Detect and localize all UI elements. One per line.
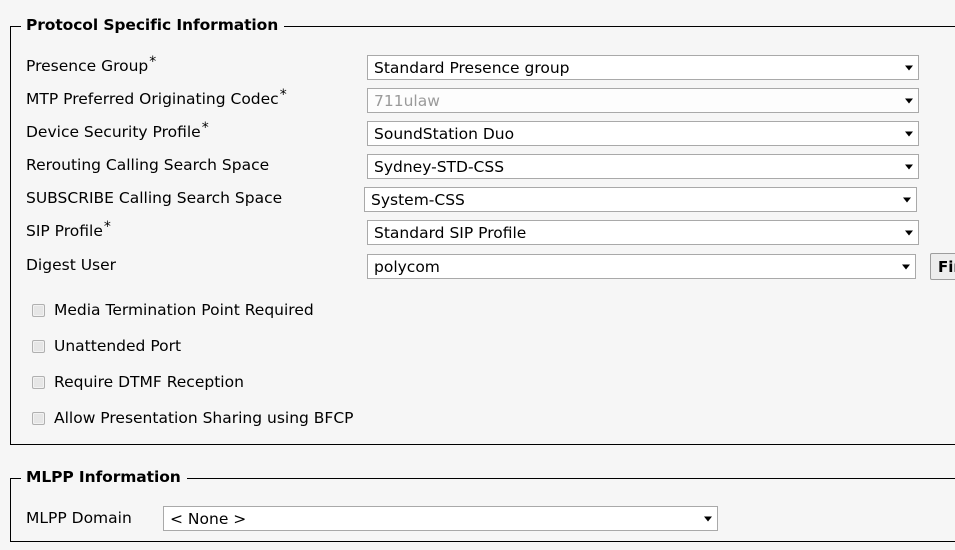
require-dtmf-reception-checkbox-row[interactable]: Require DTMF Reception [32, 371, 244, 393]
sip-profile-dropdown[interactable]: Standard SIP Profile [367, 220, 919, 245]
digest-user-label: Digest User [26, 256, 117, 274]
presence-group-value: Standard Presence group [374, 58, 570, 77]
sip-profile-label: SIP Profile* [26, 218, 111, 240]
chevron-down-icon[interactable] [699, 507, 717, 530]
chevron-down-icon[interactable] [898, 188, 916, 211]
allow-presentation-sharing-bfcp-checkbox-row[interactable]: Allow Presentation Sharing using BFCP [32, 407, 354, 429]
device-security-profile-dropdown[interactable]: SoundStation Duo [367, 121, 919, 146]
rerouting-calling-search-space-value: Sydney-STD-CSS [374, 157, 505, 176]
chevron-down-icon[interactable] [900, 155, 918, 178]
presence-group-dropdown[interactable]: Standard Presence group [367, 55, 919, 80]
chevron-down-icon[interactable] [900, 56, 918, 79]
mlpp-domain-label: MLPP Domain [26, 509, 132, 527]
chevron-down-icon[interactable] [900, 122, 918, 145]
mtp-preferred-originating-codec-label: MTP Preferred Originating Codec* [26, 86, 287, 108]
find-button[interactable]: Find [930, 253, 955, 280]
protocol-section-legend: Protocol Specific Information [21, 16, 285, 35]
checkbox-icon[interactable] [32, 339, 45, 353]
required-asterisk: * [279, 86, 287, 103]
unattended-port-label: Unattended Port [54, 337, 182, 355]
mlpp-domain-value: < None > [170, 509, 247, 528]
subscribe-calling-search-space-label: SUBSCRIBE Calling Search Space [26, 189, 283, 207]
required-asterisk: * [201, 119, 209, 136]
chevron-down-icon[interactable] [900, 221, 918, 244]
mtp-preferred-originating-codec-value: 711ulaw [374, 91, 440, 110]
mlpp-domain-dropdown[interactable]: < None > [163, 506, 718, 531]
checkbox-icon[interactable] [32, 303, 45, 317]
mtp-preferred-originating-codec-dropdown[interactable]: 711ulaw [367, 88, 919, 113]
required-asterisk: * [149, 53, 157, 70]
media-termination-point-required-label: Media Termination Point Required [54, 301, 314, 319]
chevron-down-icon[interactable] [900, 89, 918, 112]
media-termination-point-required-checkbox-row[interactable]: Media Termination Point Required [32, 299, 314, 321]
checkbox-icon[interactable] [32, 375, 45, 389]
sip-profile-value: Standard SIP Profile [374, 223, 527, 242]
subscribe-calling-search-space-value: System-CSS [371, 190, 465, 209]
unattended-port-checkbox-row[interactable]: Unattended Port [32, 335, 181, 357]
rerouting-calling-search-space-label: Rerouting Calling Search Space [26, 156, 270, 174]
chevron-down-icon[interactable] [897, 255, 915, 278]
device-security-profile-value: SoundStation Duo [374, 124, 515, 143]
digest-user-value: polycom [374, 257, 440, 276]
device-security-profile-label: Device Security Profile* [26, 119, 209, 141]
checkbox-icon[interactable] [32, 411, 45, 425]
presence-group-label: Presence Group* [26, 53, 157, 75]
require-dtmf-reception-label: Require DTMF Reception [54, 373, 244, 391]
required-asterisk: * [103, 218, 111, 235]
configuration-page: Protocol Specific Information Presence G… [0, 0, 955, 550]
mlpp-section-legend: MLPP Information [21, 468, 187, 487]
digest-user-dropdown[interactable]: polycom [367, 254, 916, 279]
subscribe-calling-search-space-dropdown[interactable]: System-CSS [364, 187, 917, 212]
allow-presentation-sharing-bfcp-label: Allow Presentation Sharing using BFCP [54, 409, 354, 427]
rerouting-calling-search-space-dropdown[interactable]: Sydney-STD-CSS [367, 154, 919, 179]
